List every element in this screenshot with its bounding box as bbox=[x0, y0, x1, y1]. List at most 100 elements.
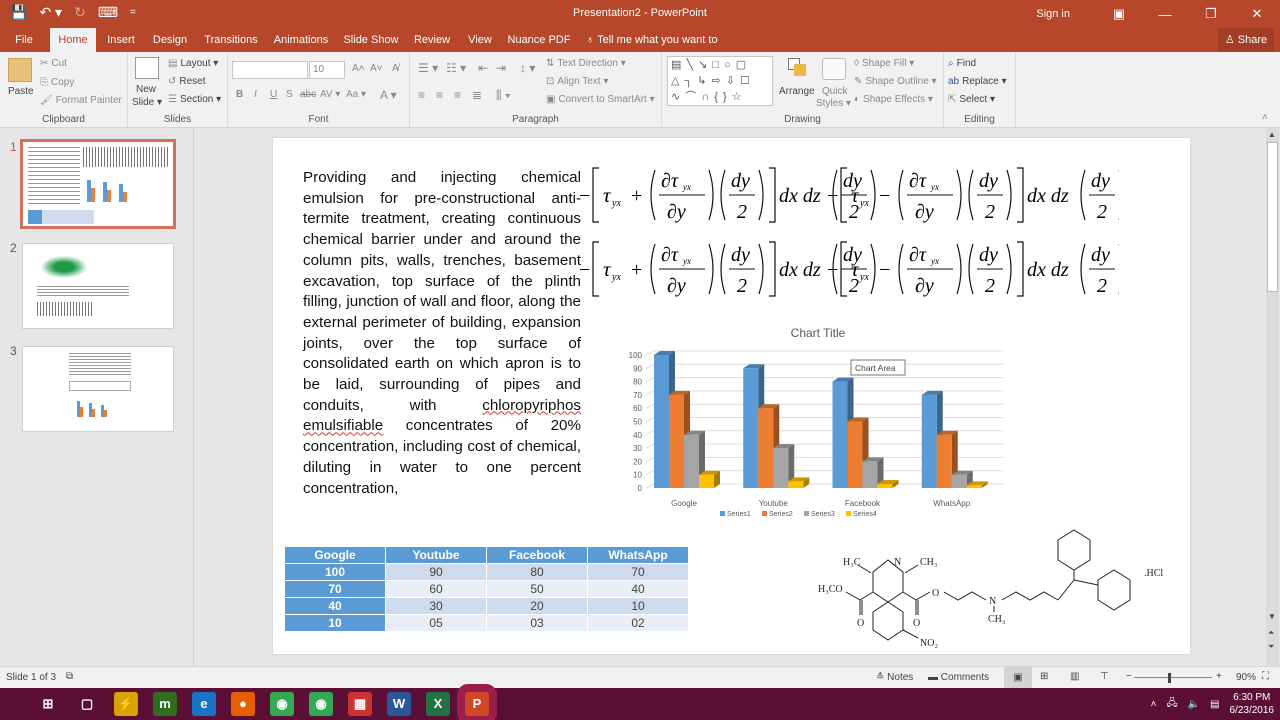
taskbar-chrome2-icon[interactable]: ◉ bbox=[309, 692, 333, 716]
taskbar-firefox-icon[interactable]: ● bbox=[231, 692, 255, 716]
table-header-cell[interactable]: WhatsApp bbox=[587, 546, 689, 564]
volume-icon[interactable]: 🔈 bbox=[1188, 699, 1200, 710]
quick-styles-button[interactable]: Quick bbox=[822, 86, 848, 97]
tab-transitions[interactable]: Transitions bbox=[200, 28, 262, 52]
shape-effects-button[interactable]: ◐ Shape Effects ▾ bbox=[854, 94, 933, 105]
taskbar-powerpoint-icon[interactable]: P bbox=[457, 684, 497, 720]
paste-icon[interactable] bbox=[8, 58, 32, 82]
justify-button[interactable]: ≣ bbox=[472, 88, 482, 102]
minimize-button[interactable]: — bbox=[1142, 7, 1188, 22]
vertical-scrollbar[interactable]: ▲ ▼ ⏶ ⏷ bbox=[1266, 128, 1279, 666]
slide-canvas[interactable]: Providing and injecting chemical emulsio… bbox=[273, 138, 1190, 654]
increase-indent-button[interactable]: ⇥ bbox=[496, 61, 506, 75]
notes-button[interactable]: ≛ Notes bbox=[876, 672, 913, 683]
new-slide-icon[interactable] bbox=[135, 57, 159, 79]
bold-button[interactable]: B bbox=[236, 89, 243, 100]
taskbar-um-icon[interactable]: m bbox=[153, 692, 177, 716]
copy-button[interactable]: ⎘ Copy bbox=[40, 77, 74, 88]
table-cell[interactable]: 10 bbox=[587, 597, 689, 615]
new-slide-button[interactable]: New bbox=[136, 84, 156, 95]
bullets-button[interactable]: ☰ ▾ bbox=[418, 61, 438, 75]
spell-check-icon[interactable]: ⧉ bbox=[66, 671, 73, 682]
zoom-slider-track[interactable] bbox=[1134, 677, 1212, 678]
previous-slide-icon[interactable]: ⏶ bbox=[1268, 628, 1274, 638]
paste-button[interactable]: Paste bbox=[8, 86, 34, 97]
tab-insert[interactable]: Insert bbox=[102, 28, 140, 52]
taskbar-task-view-icon[interactable]: ▢ bbox=[75, 692, 99, 716]
taskbar-chrome-icon[interactable]: ◉ bbox=[270, 692, 294, 716]
text-direction-button[interactable]: ⇅ Text Direction ▾ bbox=[546, 58, 626, 69]
slide-thumbnail-3[interactable] bbox=[22, 346, 174, 432]
table-cell[interactable]: 40 bbox=[587, 580, 689, 598]
align-left-button[interactable]: ≡ bbox=[418, 88, 425, 102]
taskbar-excel-icon[interactable]: X bbox=[426, 692, 450, 716]
chemical-structure[interactable]: H₃C N CH₃ H₃CO O O O N CH₃ NO₂ .HCl bbox=[808, 520, 1178, 650]
format-painter-button[interactable]: 🖌 Format Painter bbox=[40, 95, 122, 106]
table-cell[interactable]: 05 bbox=[385, 614, 487, 632]
data-table[interactable]: Google Youtube Facebook WhatsApp 100 90 80 70 70… bbox=[284, 546, 689, 632]
line-spacing-button[interactable]: ↕ ▾ bbox=[520, 61, 535, 75]
zoom-slider-thumb[interactable] bbox=[1168, 673, 1172, 683]
slide-thumbnail-2[interactable] bbox=[22, 243, 174, 329]
align-right-button[interactable]: ≡ bbox=[454, 88, 461, 102]
tab-nuance-pdf[interactable]: Nuance PDF bbox=[506, 28, 572, 52]
table-cell[interactable]: 40 bbox=[284, 597, 386, 615]
shapes-row-3[interactable]: ∿ ⌒ ∩ { } ☆ bbox=[671, 89, 772, 105]
action-center-icon[interactable]: ▤ bbox=[1210, 699, 1219, 710]
table-cell[interactable]: 70 bbox=[587, 563, 689, 581]
table-cell[interactable]: 50 bbox=[486, 580, 588, 598]
clear-formatting-button[interactable]: A̸ bbox=[392, 63, 399, 74]
share-button[interactable]: ♙ Share bbox=[1218, 28, 1274, 52]
convert-smartart-button[interactable]: ▣ Convert to SmartArt ▾ bbox=[546, 94, 655, 105]
strikethrough-button[interactable]: abc bbox=[300, 89, 316, 100]
normal-view-button[interactable]: ▣ bbox=[1004, 667, 1032, 688]
shapes-row-2[interactable]: △ ┐ ↳ ⇨ ⇩ ☐ bbox=[671, 73, 772, 89]
collapse-ribbon-icon[interactable]: ˄ bbox=[1262, 112, 1268, 123]
table-cell[interactable]: 60 bbox=[385, 580, 487, 598]
table-cell[interactable]: 90 bbox=[385, 563, 487, 581]
reset-button[interactable]: ↺ Reset bbox=[168, 76, 206, 87]
tell-me-search[interactable]: ♁ Tell me what you want to do bbox=[586, 28, 726, 70]
slide-sorter-button[interactable]: ⊞ bbox=[1040, 671, 1048, 682]
table-cell[interactable]: 03 bbox=[486, 614, 588, 632]
sign-in-link[interactable]: Sign in bbox=[1036, 8, 1070, 20]
tab-animations[interactable]: Animations bbox=[270, 28, 332, 52]
align-center-button[interactable]: ≡ bbox=[436, 88, 443, 102]
font-size-input[interactable]: 10 bbox=[309, 61, 345, 79]
grow-font-button[interactable]: A˄ bbox=[352, 63, 365, 74]
italic-button[interactable]: I bbox=[254, 89, 257, 100]
table-cell[interactable]: 20 bbox=[486, 597, 588, 615]
columns-button[interactable]: ⫼ ▾ bbox=[496, 88, 511, 103]
bar-chart[interactable]: Chart Title 0 10 20 30 40 50 60 70 80 90 100 Google Y… bbox=[598, 323, 1018, 533]
taskbar-app-grid-icon[interactable]: ▦ bbox=[348, 692, 372, 716]
taskbar-word-icon[interactable]: W bbox=[387, 692, 411, 716]
underline-button[interactable]: U bbox=[270, 89, 277, 100]
taskbar-start-icon[interactable]: ⊞ bbox=[36, 692, 60, 716]
layout-button[interactable]: ▤ Layout ▾ bbox=[168, 58, 218, 69]
table-cell[interactable]: 10 bbox=[284, 614, 386, 632]
font-name-input[interactable] bbox=[232, 61, 308, 79]
scroll-up-icon[interactable]: ▲ bbox=[1268, 130, 1276, 139]
table-header-cell[interactable]: Google bbox=[284, 546, 386, 564]
network-icon[interactable]: 🖧 bbox=[1166, 696, 1177, 713]
find-button[interactable]: ⌕ Find bbox=[948, 58, 976, 69]
shape-outline-button[interactable]: ✎ Shape Outline ▾ bbox=[854, 76, 937, 87]
change-case-button[interactable]: Aa ▾ bbox=[346, 89, 366, 100]
align-text-button[interactable]: ⊡ Align Text ▾ bbox=[546, 76, 608, 87]
taskbar-edge-icon[interactable]: e bbox=[192, 692, 216, 716]
tab-review[interactable]: Review bbox=[410, 28, 454, 52]
misspelled-word[interactable]: chloropyriphos bbox=[482, 397, 581, 414]
quick-styles-dropdown[interactable]: Styles ▾ bbox=[816, 98, 851, 109]
table-cell[interactable]: 02 bbox=[587, 614, 689, 632]
table-header-cell[interactable]: Facebook bbox=[486, 546, 588, 564]
decrease-indent-button[interactable]: ⇤ bbox=[478, 61, 488, 75]
section-button[interactable]: ☰ Section ▾ bbox=[168, 94, 221, 105]
scrollbar-thumb[interactable] bbox=[1267, 142, 1278, 292]
shapes-gallery[interactable]: ▤ ╲ ↘ □ ○ ▢ △ ┐ ↳ ⇨ ⇩ ☐ ∿ ⌒ ∩ { } ☆ bbox=[667, 56, 773, 106]
zoom-level[interactable]: 90% bbox=[1236, 672, 1256, 683]
numbering-button[interactable]: ☷ ▾ bbox=[446, 61, 466, 75]
slide-thumbnail-1[interactable] bbox=[20, 139, 176, 229]
clock[interactable]: 6:30 PM 6/23/2016 bbox=[1230, 691, 1275, 717]
replace-button[interactable]: ab Replace ▾ bbox=[948, 76, 1007, 87]
restore-button[interactable]: ❐ bbox=[1188, 6, 1234, 22]
